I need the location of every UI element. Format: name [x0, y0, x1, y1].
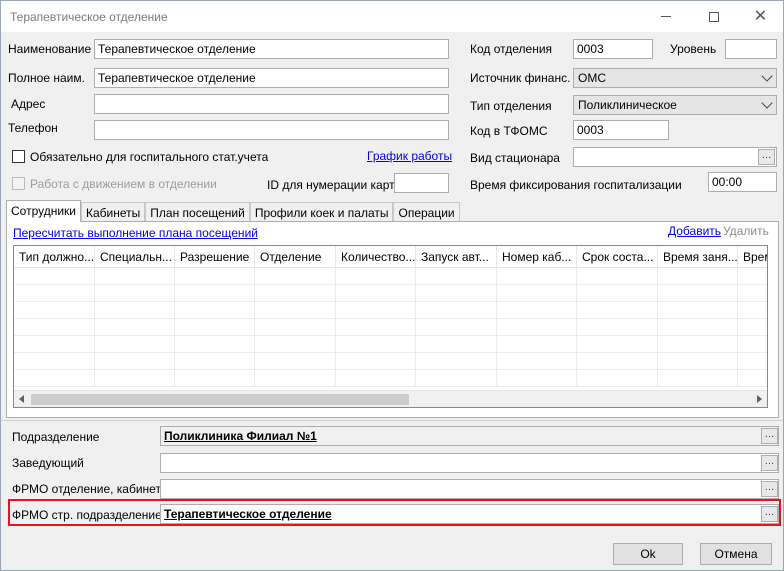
- table-row[interactable]: [14, 370, 767, 387]
- frmo-struct-browse-button[interactable]: …: [761, 506, 778, 522]
- horizontal-scrollbar[interactable]: [14, 390, 767, 407]
- fin-source-value: ОМС: [578, 71, 606, 85]
- phone-label: Телефон: [8, 121, 58, 135]
- fullname-label: Полное наим.: [8, 71, 85, 85]
- division-value: Поликлиника Филиал №1: [164, 429, 317, 443]
- tab-cabinets[interactable]: Кабинеты: [81, 202, 146, 222]
- fix-time-label: Время фиксирования госпитализации: [470, 178, 682, 192]
- inpatient-type-browse-button[interactable]: …: [758, 149, 775, 165]
- tab-strip: Сотрудники Кабинеты План посещений Профи…: [6, 200, 460, 222]
- hospital-stat-checkbox[interactable]: [12, 150, 25, 163]
- column-header[interactable]: Количество...: [336, 246, 416, 268]
- division-label: Подразделение: [12, 430, 100, 444]
- level-label: Уровень: [670, 42, 717, 56]
- frmo-cabinet-browse-button[interactable]: …: [761, 481, 778, 497]
- column-header[interactable]: Запуск авт...: [416, 246, 497, 268]
- column-header[interactable]: Отделение: [255, 246, 336, 268]
- address-input[interactable]: [94, 94, 449, 114]
- inpatient-type-label: Вид стационара: [470, 151, 560, 165]
- fin-source-label: Источник финанс.: [470, 71, 571, 85]
- minimize-button[interactable]: [643, 1, 688, 32]
- column-header[interactable]: Время заня...: [658, 246, 738, 268]
- name-label: Наименование: [8, 42, 92, 56]
- fix-time-input[interactable]: 00:00: [708, 172, 777, 192]
- maximize-button[interactable]: [691, 1, 736, 32]
- frmo-struct-label: ФРМО стр. подразделение: [12, 508, 162, 522]
- scroll-right-icon[interactable]: [757, 395, 762, 403]
- frmo-cabinet-input[interactable]: [160, 479, 779, 499]
- table-row[interactable]: [14, 319, 767, 336]
- minimize-icon: [660, 16, 671, 17]
- table-row[interactable]: [14, 285, 767, 302]
- code-input[interactable]: 0003: [573, 39, 653, 59]
- column-header[interactable]: Время: [738, 246, 767, 268]
- chevron-down-icon: [761, 70, 773, 82]
- dept-type-label: Тип отделения: [470, 99, 552, 113]
- frmo-struct-value: Терапевтическое отделение: [164, 507, 332, 521]
- cancel-button[interactable]: Отмена: [700, 543, 772, 565]
- name-input[interactable]: Терапевтическое отделение: [94, 39, 449, 59]
- head-label: Заведующий: [12, 456, 84, 470]
- maximize-icon: [708, 11, 719, 22]
- division-input[interactable]: Поликлиника Филиал №1: [160, 426, 779, 446]
- title-bar[interactable]: Терапевтическое отделение ✕: [1, 1, 783, 32]
- tab-visit-plan[interactable]: План посещений: [145, 202, 250, 222]
- dept-type-value: Поликлиническое: [578, 98, 677, 112]
- table-row[interactable]: [14, 336, 767, 353]
- schedule-link[interactable]: График работы: [367, 149, 452, 163]
- column-header[interactable]: Тип должно...: [14, 246, 95, 268]
- frmo-cabinet-label: ФРМО отделение, кабинет: [12, 482, 161, 496]
- staff-grid[interactable]: Тип должно... Специальн... Разрешение От…: [13, 245, 768, 408]
- table-row[interactable]: [14, 302, 767, 319]
- chevron-down-icon: [761, 97, 773, 109]
- grid-body: [14, 268, 767, 387]
- close-button[interactable]: ✕: [738, 1, 783, 32]
- scroll-thumb[interactable]: [31, 394, 409, 405]
- scroll-left-icon[interactable]: [19, 395, 24, 403]
- column-header[interactable]: Срок соста...: [577, 246, 658, 268]
- division-browse-button[interactable]: …: [761, 428, 778, 444]
- column-header[interactable]: Специальн...: [95, 246, 175, 268]
- delete-link[interactable]: Удалить: [723, 224, 769, 238]
- card-id-input[interactable]: [394, 173, 449, 193]
- movement-label: Работа с движением в отделении: [30, 177, 217, 191]
- column-header[interactable]: Номер каб...: [497, 246, 577, 268]
- level-input[interactable]: [725, 39, 777, 59]
- tfoms-code-label: Код в ТФОМС: [470, 124, 548, 138]
- tab-operations[interactable]: Операции: [393, 202, 460, 222]
- add-link[interactable]: Добавить: [668, 224, 721, 238]
- table-row[interactable]: [14, 353, 767, 370]
- code-label: Код отделения: [470, 42, 553, 56]
- table-row[interactable]: [14, 268, 767, 285]
- movement-checkbox[interactable]: [12, 177, 25, 190]
- column-header[interactable]: Разрешение: [175, 246, 255, 268]
- dept-type-select[interactable]: Поликлиническое: [573, 95, 777, 115]
- card-id-label: ID для нумерации карт: [267, 178, 395, 192]
- tfoms-code-input[interactable]: 0003: [573, 120, 669, 140]
- fullname-input[interactable]: Терапевтическое отделение: [94, 68, 449, 88]
- frmo-struct-input[interactable]: Терапевтическое отделение: [160, 504, 779, 524]
- tab-staff[interactable]: Сотрудники: [6, 200, 81, 222]
- section-divider: [1, 420, 783, 421]
- tab-bed-profiles[interactable]: Профили коек и палаты: [249, 202, 394, 222]
- ok-button[interactable]: Ok: [613, 543, 683, 565]
- phone-input[interactable]: [94, 120, 449, 140]
- close-icon: ✕: [753, 7, 768, 25]
- dialog-window: Терапевтическое отделение ✕ Наименование…: [0, 0, 784, 571]
- address-label: Адрес: [11, 97, 46, 111]
- recalc-plan-link[interactable]: Пересчитать выполнение плана посещений: [13, 226, 258, 240]
- window-title: Терапевтическое отделение: [10, 9, 168, 24]
- inpatient-type-input[interactable]: [573, 147, 777, 167]
- head-browse-button[interactable]: …: [761, 455, 778, 471]
- hospital-stat-label: Обязательно для госпитального стат.учета: [30, 150, 269, 164]
- grid-header: Тип должно... Специальн... Разрешение От…: [14, 246, 767, 268]
- fin-source-select[interactable]: ОМС: [573, 68, 777, 88]
- head-input[interactable]: [160, 453, 779, 473]
